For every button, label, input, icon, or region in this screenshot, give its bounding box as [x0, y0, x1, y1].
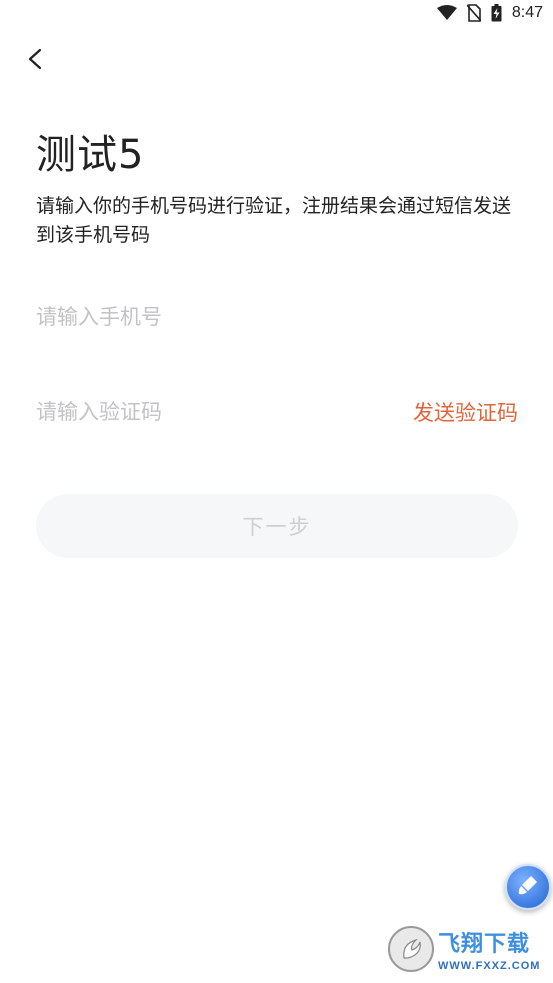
wifi-icon — [436, 5, 457, 21]
phone-field-row — [36, 292, 518, 342]
back-button[interactable] — [20, 46, 50, 76]
phone-input[interactable] — [36, 292, 518, 342]
watermark-texts: 飞翔下载 WWW.FXXZ.COM — [438, 926, 540, 972]
page-title: 测试5 — [36, 132, 145, 178]
floating-action-button[interactable] — [505, 864, 551, 910]
send-code-button[interactable]: 发送验证码 — [413, 397, 518, 427]
watermark-title: 飞翔下载 — [438, 932, 531, 957]
chevron-left-icon — [27, 48, 43, 74]
status-time: 8:47 — [511, 4, 543, 21]
verification-code-input[interactable] — [36, 387, 413, 437]
watermark: 飞翔下载 WWW.FXXZ.COM — [388, 925, 548, 973]
watermark-logo-icon — [388, 926, 434, 972]
status-icons: 8:47 — [436, 4, 543, 22]
code-field-row: 发送验证码 — [36, 387, 518, 437]
watermark-url: WWW.FXXZ.COM — [438, 960, 541, 972]
brush-icon — [516, 873, 540, 901]
battery-charging-icon — [491, 4, 502, 22]
next-step-button[interactable]: 下一步 — [36, 494, 518, 558]
page-description: 请输入你的手机号码进行验证，注册结果会通过短信发送到该手机号码 — [36, 195, 512, 246]
status-bar: 8:47 — [0, 0, 553, 30]
no-sim-icon — [466, 4, 481, 22]
